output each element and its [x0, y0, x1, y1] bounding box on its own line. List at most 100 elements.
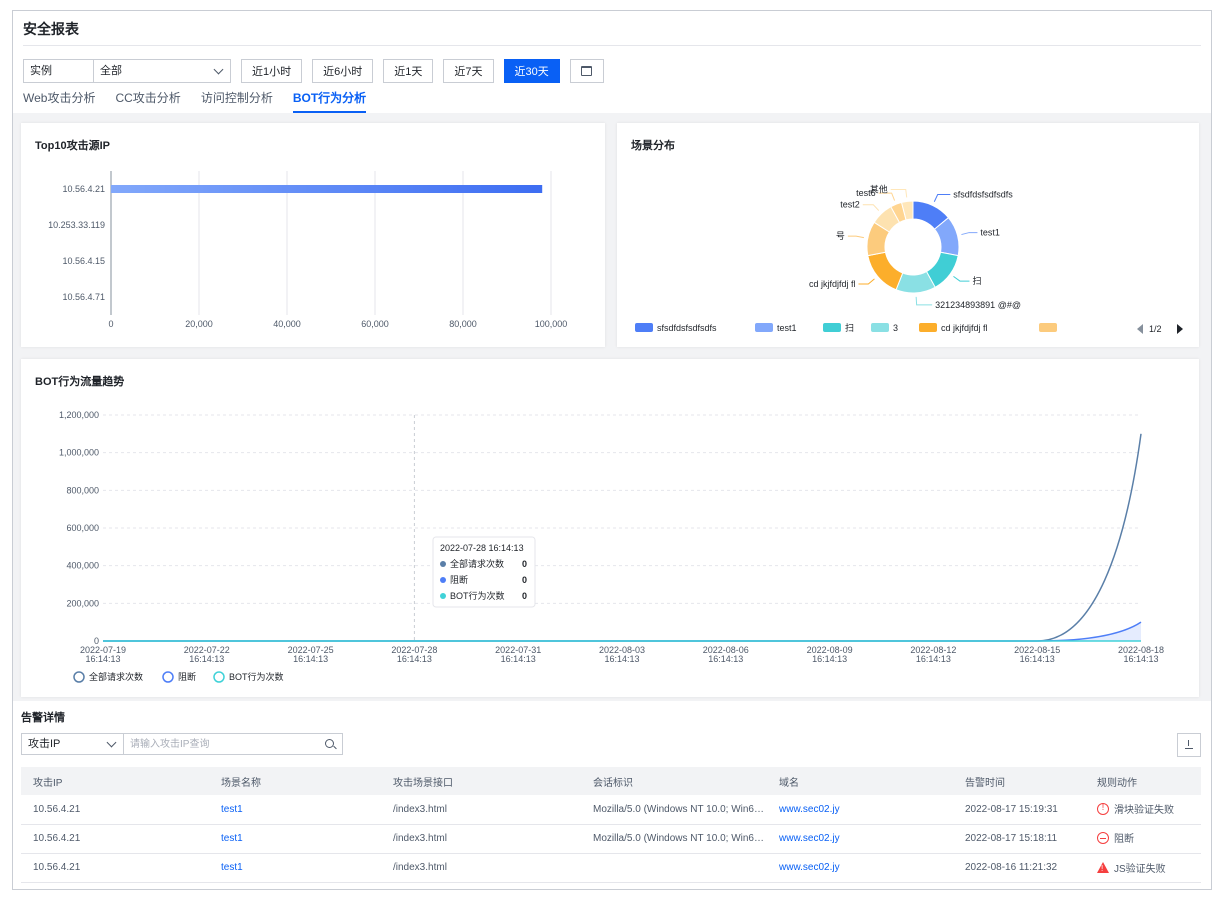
cell-domain-link[interactable]: www.sec02.jy	[767, 824, 953, 854]
cell-api: /index3.html	[381, 853, 581, 883]
col-domain: 域名	[767, 767, 953, 795]
x-tick-label: 80,000	[449, 319, 477, 329]
chevron-down-icon	[106, 737, 117, 748]
legend-swatch	[1039, 323, 1057, 332]
scene-donut-chart: sfsdfdsfsdfsdfs test1 扫 321234893891 @#@ cd …	[635, 183, 1183, 334]
x-tick-label: 100,000	[535, 319, 568, 329]
search-icon[interactable]	[320, 734, 342, 754]
donut-slice	[867, 251, 904, 291]
col-alert-time: 告警时间	[953, 767, 1085, 795]
instance-select[interactable]: 实例 全部	[23, 59, 231, 83]
x-tick-label: 16:14:13	[293, 654, 328, 664]
label-leader-line	[953, 275, 970, 282]
legend-swatch	[919, 323, 937, 332]
legend-label: cd jkjfdjfdj fl	[941, 323, 988, 333]
instance-select-value[interactable]: 全部	[94, 60, 230, 82]
error-circle-icon	[1097, 802, 1109, 815]
series-line	[103, 621, 1142, 642]
cell-scene-link[interactable]: test1	[209, 853, 381, 883]
x-tick-label: 16:14:13	[1123, 654, 1158, 664]
tooltip-series-value: 0	[522, 559, 527, 569]
table-row: 10.56.4.21 test1 /index3.html Mozilla/5.…	[21, 824, 1201, 854]
x-tick-label: 60,000	[361, 319, 389, 329]
download-button[interactable]	[1177, 733, 1201, 757]
label-leader-line	[862, 204, 880, 211]
cell-session: Mozilla/5.0 (Windows NT 10.0; Win64; ...	[581, 824, 767, 854]
y-tick-label: 1,000,000	[59, 448, 99, 458]
tab-cc-attack[interactable]: CC攻击分析	[115, 91, 180, 113]
slice-label: 其他	[870, 183, 888, 194]
filter-row: 实例 全部 近1小时 近6小时 近1天 近7天 近30天	[23, 59, 604, 83]
action-label: 滑块验证失败	[1114, 805, 1174, 816]
time-button-7d[interactable]: 近7天	[443, 59, 494, 83]
legend-label: BOT行为次数	[229, 671, 284, 682]
slice-label: sfsdfdsfsdfsdfs	[953, 190, 1013, 200]
col-rule-action: 规则动作	[1085, 767, 1201, 795]
legend-marker	[73, 671, 85, 683]
label-leader-line	[847, 235, 864, 239]
cell-scene-link[interactable]: test1	[209, 824, 381, 854]
x-tick-label: 16:14:13	[812, 654, 847, 664]
legend-prev-icon	[1137, 324, 1143, 334]
table-row: 10.56.4.21 test1 /index3.html Mozilla/5.…	[21, 795, 1201, 825]
ip-search-input[interactable]	[124, 734, 320, 754]
tooltip-series-name: 全部请求次数	[450, 558, 504, 569]
tab-access-control[interactable]: 访问控制分析	[201, 91, 273, 113]
label-leader-line	[858, 278, 875, 285]
top10-bar-chart: 0 20,000 40,000 60,000 80,000 100,000 10.56.4.…	[48, 171, 568, 329]
cell-time: 2022-08-17 15:18:11	[953, 824, 1085, 854]
y-tick-label: 1,200,000	[59, 410, 99, 420]
cell-time: 2022-08-16 11:21:32	[953, 853, 1085, 883]
analysis-tabs: Web攻击分析 CC攻击分析 访问控制分析 BOT行为分析	[23, 91, 386, 113]
tab-bot-behavior[interactable]: BOT行为分析	[292, 91, 367, 113]
cell-session	[581, 853, 767, 883]
legend-swatch	[755, 323, 773, 332]
block-circle-icon	[1097, 831, 1109, 844]
search-field-select[interactable]: 攻击IP	[22, 734, 124, 754]
table-header-row: 攻击IP 场景名称 攻击场景接口 会话标识 域名 告警时间 规则动作	[21, 767, 1201, 795]
legend-label: sfsdfdsfsdfsdfs	[657, 323, 717, 333]
trend-card: BOT行为流量趋势 0 200,000 400,000 600,000 800,000 1…	[21, 359, 1199, 697]
x-tick-label: 0	[108, 319, 113, 329]
x-tick-label: 16:14:13	[708, 654, 743, 664]
legend-label: test1	[777, 323, 797, 333]
cell-ip: 10.56.4.21	[21, 853, 209, 883]
alerts-title: 告警详情	[21, 712, 65, 724]
cell-scene-link[interactable]: test1	[209, 795, 381, 825]
slice-label: cd jkjfdjfdj fl	[809, 279, 856, 289]
legend-pager: 1/2	[1149, 324, 1162, 334]
x-tick-label: 16:14:13	[85, 654, 120, 664]
title-divider	[23, 45, 1201, 46]
calendar-button[interactable]	[569, 59, 604, 83]
x-tick-label: 16:14:13	[604, 654, 639, 664]
cell-domain-link[interactable]: www.sec02.jy	[767, 795, 953, 825]
y-tick-label: 10.56.4.15	[62, 256, 105, 266]
y-tick-label: 400,000	[66, 561, 99, 571]
label-leader-line	[961, 232, 978, 236]
legend-swatch	[871, 323, 889, 332]
cell-time: 2022-08-17 15:19:31	[953, 795, 1085, 825]
tab-web-attack[interactable]: Web攻击分析	[23, 91, 95, 113]
time-button-1d[interactable]: 近1天	[383, 59, 434, 83]
legend-marker	[162, 671, 174, 683]
cell-api: /index3.html	[381, 824, 581, 854]
page-title: 安全报表	[23, 21, 79, 37]
time-button-1h[interactable]: 近1小时	[241, 59, 303, 83]
tooltip-dot	[440, 593, 446, 599]
instance-value-text: 全部	[100, 65, 122, 77]
x-tick-label: 20,000	[185, 319, 213, 329]
cell-domain-link[interactable]: www.sec02.jy	[767, 853, 953, 883]
cell-action: 滑块验证失败	[1085, 795, 1201, 825]
time-button-30d[interactable]: 近30天	[503, 59, 560, 83]
alerts-table: 攻击IP 场景名称 攻击场景接口 会话标识 域名 告警时间 规则动作 10.56…	[21, 767, 1201, 883]
legend-label: 3	[893, 323, 898, 333]
legend-swatch	[823, 323, 841, 332]
charts-area: Top10攻击源IP 0 20,000 40,000 60,000 80,000 100,…	[13, 113, 1211, 701]
time-button-6h[interactable]: 近6小时	[312, 59, 374, 83]
y-tick-label: 10.56.4.21	[62, 184, 105, 194]
y-tick-label: 10.253.33.119	[48, 220, 105, 230]
y-tick-label: 600,000	[66, 523, 99, 533]
x-tick-label: 16:14:13	[397, 654, 432, 664]
x-tick-label: 16:14:13	[501, 654, 536, 664]
action-label: 阻断	[1114, 834, 1134, 846]
